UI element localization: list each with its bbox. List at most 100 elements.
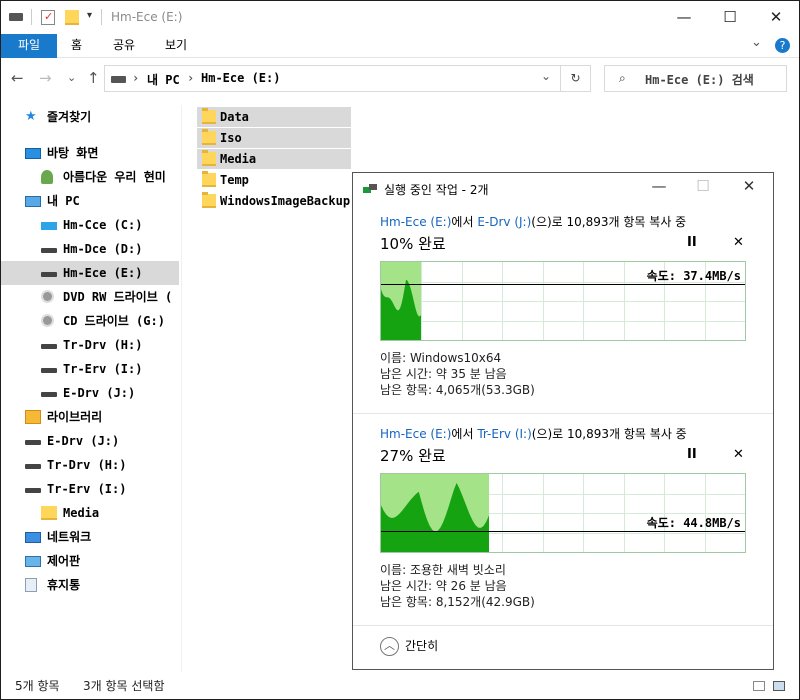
file-item[interactable]: WindowsImageBackup — [197, 191, 351, 211]
nav-item-label: 휴지통 — [47, 578, 81, 592]
customize-qat-icon[interactable]: ▾ — [87, 10, 92, 21]
search-placeholder: Hm-Ece (E:) 검색 — [645, 73, 754, 87]
nav-item-label: Tr-Erv (I:) — [47, 482, 127, 496]
nav-item-label: Media — [63, 506, 100, 520]
ribbon-expand-icon[interactable]: ⌄ — [751, 35, 762, 50]
less-details-label: 간단히 — [405, 639, 439, 653]
refresh-button[interactable]: ↻ — [561, 65, 591, 92]
nav-item-3[interactable]: 내 PC — [1, 189, 179, 213]
cancel-button[interactable]: ✕ — [733, 447, 744, 462]
percent-complete: 10% 완료 — [380, 235, 446, 253]
nav-item-7[interactable]: DVD RW 드라이브 ( — [1, 285, 179, 309]
nav-item-label: E-Drv (J:) — [63, 386, 136, 400]
nav-item-19[interactable]: 휴지통 — [1, 573, 179, 597]
source-link[interactable]: Hm-Ece (E:) — [380, 215, 451, 229]
nav-item-9[interactable]: Tr-Drv (H:) — [1, 333, 179, 357]
nav-item-12[interactable]: 라이브러리 — [1, 405, 179, 429]
user-folder-icon — [41, 170, 53, 184]
file-name: WindowsImageBackup — [220, 194, 351, 208]
pause-button[interactable]: II — [687, 447, 697, 462]
dialog-title: 실행 중인 작업 - 2개 — [384, 183, 489, 197]
drive-icon — [41, 344, 57, 349]
nav-item-16[interactable]: Media — [1, 501, 179, 525]
star-icon: ★ — [25, 109, 37, 124]
destination-link[interactable]: Tr-Erv (I:) — [477, 427, 531, 441]
nav-item-1[interactable]: 바탕 화면 — [1, 141, 179, 165]
pause-button[interactable]: II — [687, 235, 697, 250]
drive-icon — [25, 464, 41, 469]
recent-locations-button[interactable]: ⌄ — [67, 71, 76, 84]
back-button[interactable]: ← — [11, 69, 24, 87]
dialog-close-button[interactable]: ✕ — [729, 177, 769, 195]
minimize-button[interactable]: — — [661, 1, 707, 34]
tab-home[interactable]: 홈 — [59, 34, 94, 58]
file-item[interactable]: Media — [197, 149, 351, 169]
folder-icon — [202, 192, 216, 208]
dialog-maximize-button[interactable]: ☐ — [683, 177, 723, 195]
properties-icon[interactable]: ✓ — [41, 10, 55, 25]
job-text-tail: (으)로 10,893개 항목 복사 중 — [531, 215, 687, 229]
destination-link[interactable]: E-Drv (J:) — [477, 215, 531, 229]
nav-item-label: 라이브러리 — [47, 410, 103, 424]
nav-item-2[interactable]: 아름다운 우리 현미 — [1, 165, 179, 189]
nav-item-label: Tr-Drv (H:) — [63, 338, 143, 352]
nav-item-4[interactable]: Hm-Cce (C:) — [1, 213, 179, 237]
folder-icon — [202, 150, 216, 166]
speed-label: 속도: 37.4MB/s — [646, 269, 741, 283]
file-name: Data — [220, 110, 249, 124]
address-dropdown-icon[interactable]: ⌄ — [541, 69, 551, 83]
explorer-window: ✓ ▾ Hm-Ece (E:) — ☐ ✕ 파일 홈 공유 보기 ⌄ ? ← →… — [0, 0, 800, 700]
nav-item-14[interactable]: Tr-Drv (H:) — [1, 453, 179, 477]
nav-item-18[interactable]: 제어판 — [1, 549, 179, 573]
control-panel-icon — [25, 556, 41, 567]
nav-item-6[interactable]: Hm-Ece (E:) — [1, 261, 179, 285]
breadcrumb-this-pc[interactable]: 내 PC — [147, 71, 180, 88]
breadcrumb-drive[interactable]: Hm-Ece (E:) — [201, 71, 280, 85]
pane-divider[interactable] — [181, 105, 182, 672]
up-button[interactable]: ↑ — [87, 69, 100, 87]
drive-icon — [41, 368, 57, 373]
search-input[interactable]: ⌕ Hm-Ece (E:) 검색 — [604, 65, 787, 92]
ribbon-tabs: 파일 홈 공유 보기 ⌄ ? — [1, 34, 799, 58]
maximize-button[interactable]: ☐ — [707, 1, 753, 34]
windows-drive-icon — [41, 222, 57, 230]
window-title: Hm-Ece (E:) — [111, 10, 183, 24]
folder-icon — [202, 129, 216, 145]
dialog-minimize-button[interactable]: — — [639, 177, 679, 195]
nav-item-11[interactable]: E-Drv (J:) — [1, 381, 179, 405]
address-bar[interactable]: › 내 PC › Hm-Ece (E:) ⌄ — [104, 65, 561, 92]
dialog-title-bar: 실행 중인 작업 - 2개 — ☐ ✕ — [353, 173, 773, 203]
cancel-button[interactable]: ✕ — [733, 235, 744, 250]
close-button[interactable]: ✕ — [753, 1, 799, 34]
details-view-icon[interactable] — [753, 681, 765, 691]
nav-item-13[interactable]: E-Drv (J:) — [1, 429, 179, 453]
tab-view[interactable]: 보기 — [153, 34, 199, 58]
nav-item-15[interactable]: Tr-Erv (I:) — [1, 477, 179, 501]
navigation-pane: ★ 즐겨찾기바탕 화면 아름다운 우리 현미 내 PC Hm-Cce (C:) Hm-Dc… — [1, 105, 181, 672]
nav-item-8[interactable]: CD 드라이브 (G:) — [1, 309, 179, 333]
search-icon: ⌕ — [619, 71, 626, 85]
file-item[interactable]: Data — [197, 107, 351, 127]
job-separator — [353, 413, 773, 414]
nav-item-0[interactable]: ★ 즐겨찾기 — [1, 105, 179, 129]
source-link[interactable]: Hm-Ece (E:) — [380, 427, 451, 441]
nav-item-17[interactable]: 네트워크 — [1, 525, 179, 549]
forward-button[interactable]: → — [39, 69, 52, 87]
file-item[interactable]: Temp — [197, 170, 351, 190]
file-item[interactable]: Iso — [197, 128, 351, 148]
drive-icon — [111, 76, 126, 83]
new-folder-icon[interactable] — [65, 10, 79, 25]
nav-item-label: DVD RW 드라이브 ( — [63, 290, 173, 304]
throughput-area — [381, 482, 489, 552]
drive-icon — [41, 392, 57, 397]
tab-file[interactable]: 파일 — [1, 34, 57, 58]
nav-item-label: Hm-Ece (E:) — [63, 266, 143, 280]
nav-item-10[interactable]: Tr-Erv (I:) — [1, 357, 179, 381]
divider — [31, 9, 32, 25]
tab-share[interactable]: 공유 — [101, 34, 147, 58]
large-icons-view-icon[interactable] — [773, 681, 785, 691]
help-icon[interactable]: ? — [775, 38, 790, 53]
nav-item-label: 즐겨찾기 — [47, 110, 92, 124]
nav-item-5[interactable]: Hm-Dce (D:) — [1, 237, 179, 261]
nav-item-label: Tr-Drv (H:) — [47, 458, 127, 472]
